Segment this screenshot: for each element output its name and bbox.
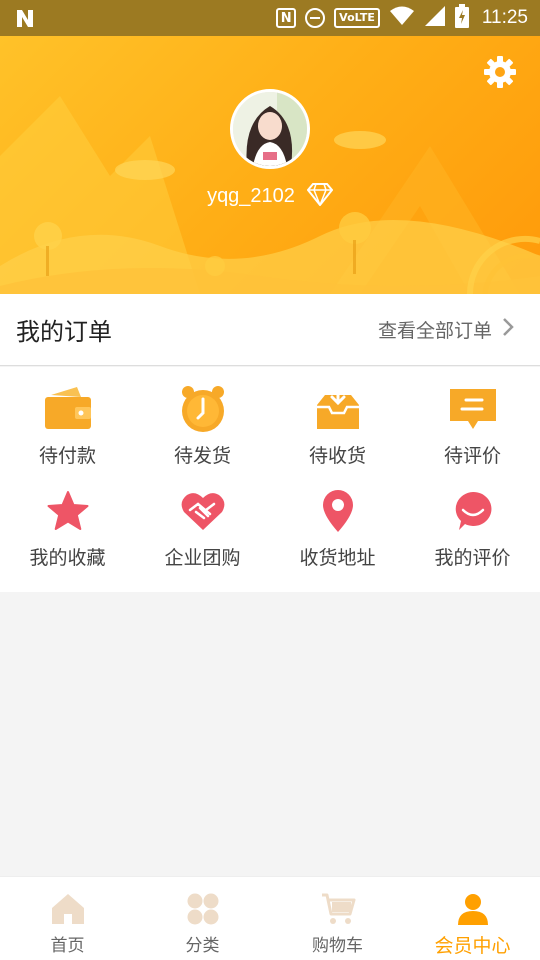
nfc-icon: N	[276, 8, 297, 28]
pending-receipt-item[interactable]: 待收货	[270, 383, 405, 468]
wallet-icon	[42, 383, 94, 435]
battery-icon	[454, 4, 469, 32]
avatar[interactable]	[230, 89, 310, 169]
smile-bubble-icon	[447, 485, 499, 537]
pending-shipment-label: 待发货	[173, 445, 231, 467]
order-services-grid: 待付款 待发货 待收货 待评价 我的收藏 企业团购 收货地址 我的评价	[0, 367, 540, 592]
nav-category-label: 分类	[185, 936, 220, 956]
group-purchase-label: 企业团购	[164, 547, 241, 569]
group-purchase-item[interactable]: 企业团购	[135, 485, 270, 570]
wifi-icon	[389, 6, 415, 30]
do-not-disturb-icon	[305, 8, 326, 28]
nav-home[interactable]: 首页	[0, 877, 135, 960]
pending-review-label: 待评价	[443, 445, 501, 467]
my-favorites-label: 我的收藏	[29, 547, 106, 569]
my-reviews-item[interactable]: 我的评价	[405, 485, 540, 570]
nav-member-center[interactable]: 会员中心	[405, 877, 540, 960]
profile-header: yqg_2102	[0, 36, 540, 294]
comment-icon	[447, 383, 499, 435]
my-reviews-label: 我的评价	[434, 547, 511, 569]
n-logo-icon	[14, 7, 36, 33]
pending-payment-item[interactable]: 待付款	[0, 383, 135, 468]
diamond-icon	[306, 182, 334, 210]
pending-payment-label: 待付款	[38, 445, 96, 467]
username: yqg_2102	[207, 184, 295, 207]
volte-icon: VoLTE	[334, 8, 380, 28]
star-icon	[42, 485, 94, 537]
status-bar: N VoLTE 11:25	[0, 0, 540, 36]
home-icon	[48, 889, 88, 929]
chevron-right-icon	[502, 317, 514, 342]
view-all-orders-link[interactable]: 查看全部订单	[378, 316, 514, 343]
nav-member-center-label: 会员中心	[434, 935, 511, 957]
settings-gear-icon[interactable]	[482, 54, 518, 90]
location-pin-icon	[312, 485, 364, 537]
clock-icon	[177, 383, 229, 435]
nav-home-label: 首页	[50, 936, 85, 956]
pending-receipt-label: 待收货	[308, 445, 366, 467]
signal-icon	[424, 5, 446, 31]
bottom-nav: 首页 分类 购物车 会员中心	[0, 876, 540, 960]
cart-icon	[318, 889, 358, 929]
nav-cart-label: 购物车	[312, 936, 363, 956]
category-icon	[183, 889, 223, 929]
nav-category[interactable]: 分类	[135, 877, 270, 960]
inbox-icon	[312, 383, 364, 435]
pending-review-item[interactable]: 待评价	[405, 383, 540, 468]
my-orders-title: 我的订单	[16, 318, 112, 346]
shipping-address-label: 收货地址	[299, 547, 376, 569]
my-favorites-item[interactable]: 我的收藏	[0, 485, 135, 570]
nav-cart[interactable]: 购物车	[270, 877, 405, 960]
view-all-orders-label: 查看全部订单	[377, 320, 492, 342]
handshake-heart-icon	[177, 485, 229, 537]
shipping-address-item[interactable]: 收货地址	[270, 485, 405, 570]
member-icon	[453, 889, 493, 929]
pending-shipment-item[interactable]: 待发货	[135, 383, 270, 468]
clock-time: 11:25	[481, 7, 528, 28]
my-orders-row: 我的订单 查看全部订单	[0, 294, 540, 366]
